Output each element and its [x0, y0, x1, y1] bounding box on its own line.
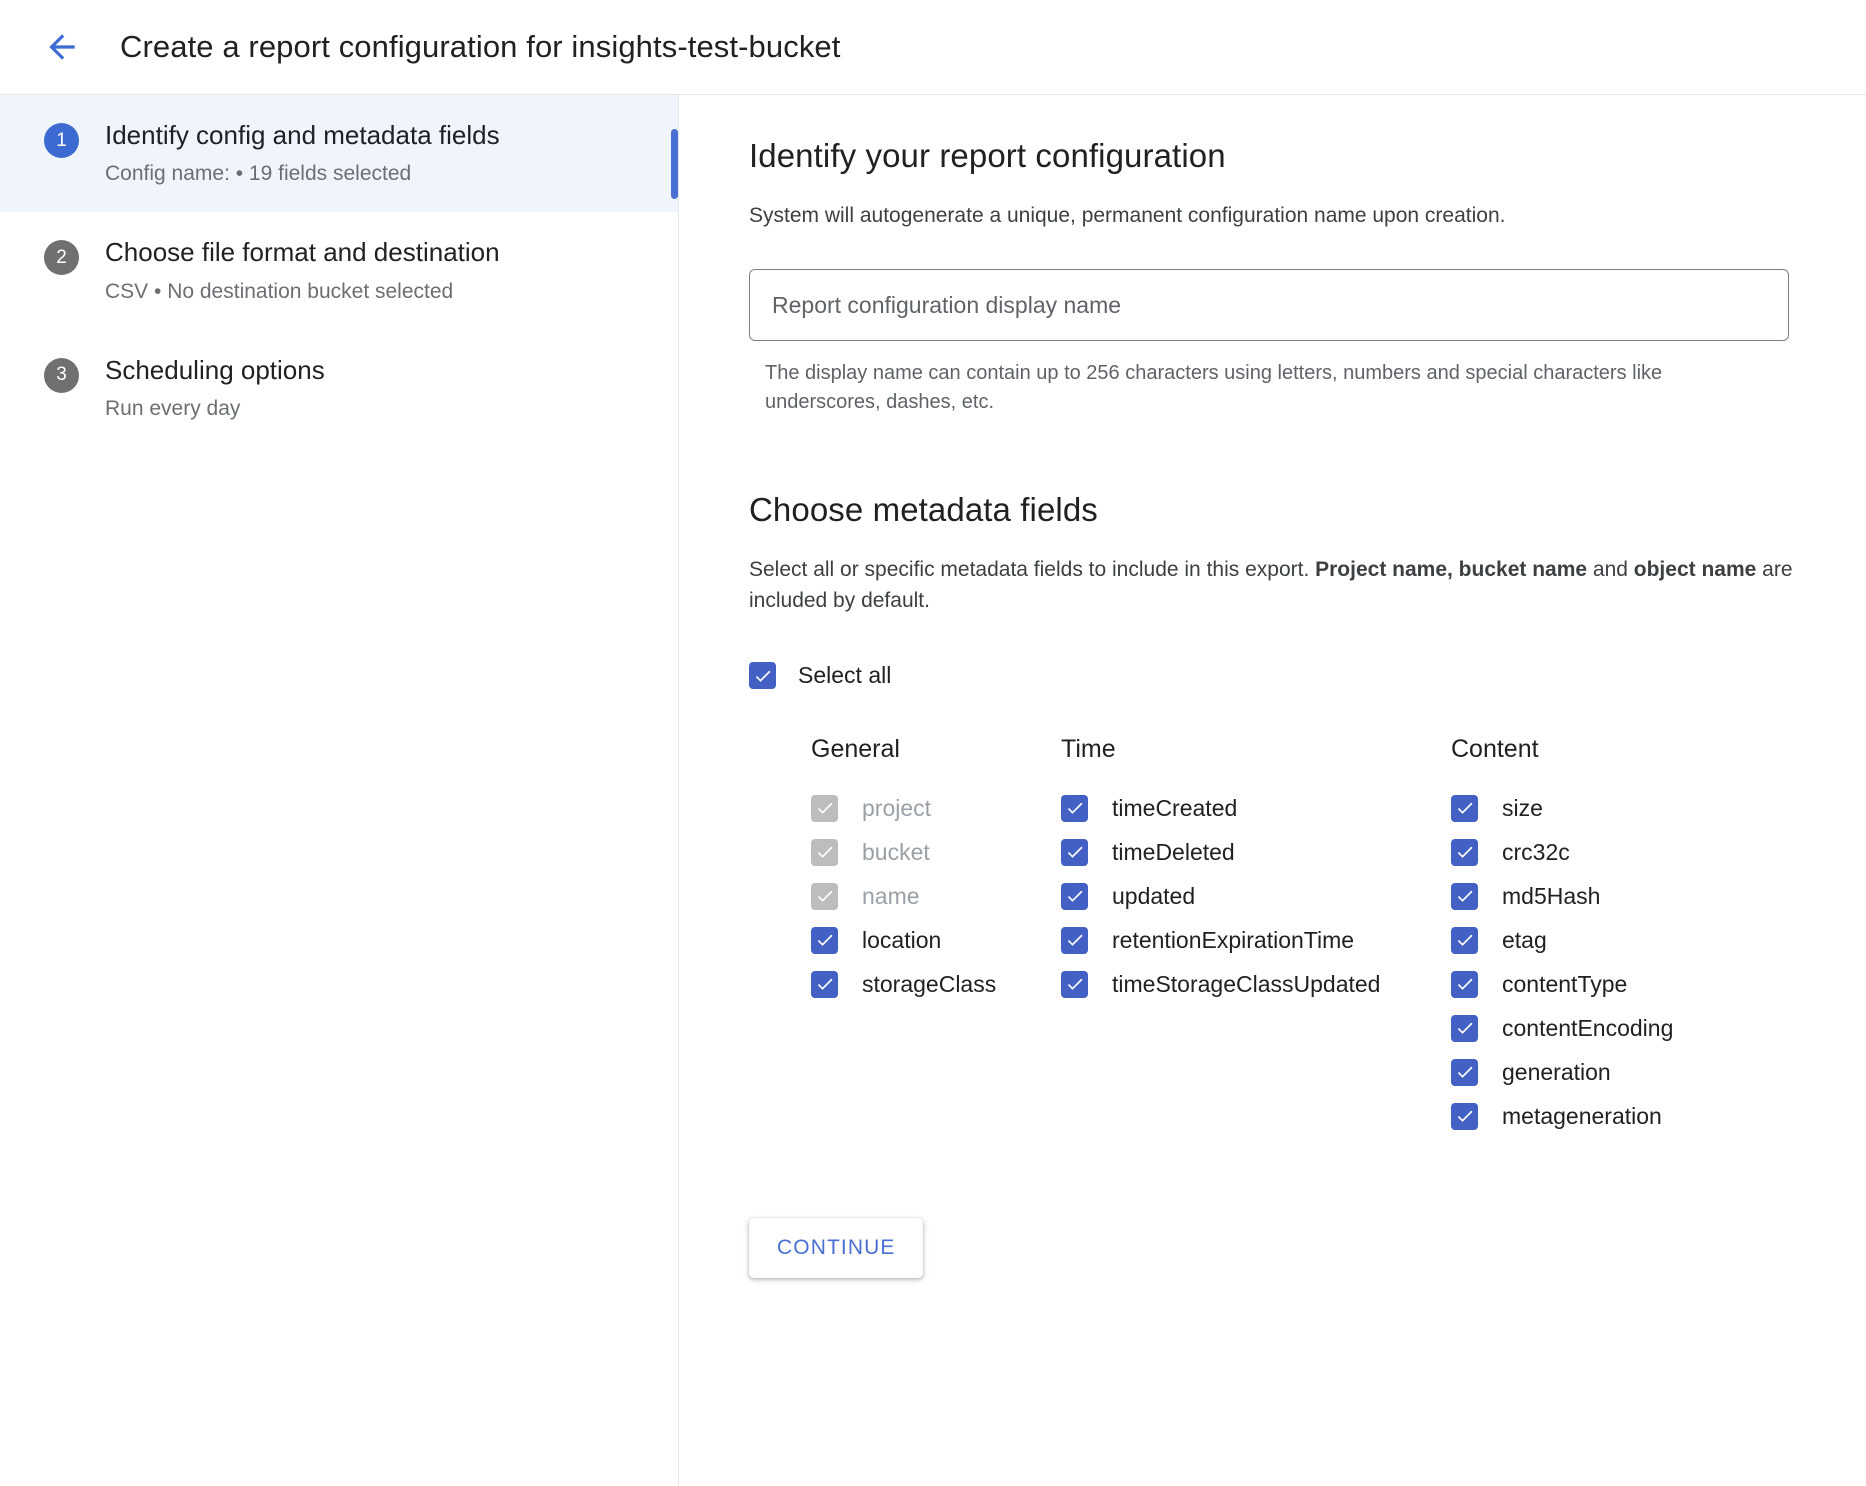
report-config-display-name-input[interactable]: [749, 269, 1789, 342]
arrow-left-icon: [43, 28, 81, 66]
metadata-field-bucket: bucket: [811, 830, 930, 874]
display-name-hint: The display name can contain up to 256 c…: [765, 362, 1663, 414]
sidebar-item-step-2[interactable]: 2 Choose file format and destination CSV…: [0, 212, 678, 329]
sidebar-item-step-3[interactable]: 3 Scheduling options Run every day: [0, 330, 678, 447]
metadata-column-content: Content size crc32c md5Hash etag contentType…: [1451, 735, 1781, 1138]
metadata-field-label: contentType: [1502, 970, 1628, 997]
metadata-field-etag[interactable]: etag: [1451, 918, 1547, 962]
metadata-field-timeCreated[interactable]: timeCreated: [1061, 786, 1237, 830]
metadata-field-retentionExpirationTime[interactable]: retentionExpirationTime: [1061, 918, 1354, 962]
step-3-number: 3: [44, 357, 79, 393]
metadata-desc-part1: Select all or specific metadata fields t…: [749, 558, 1316, 582]
metadata-field-storageClass[interactable]: storageClass: [811, 962, 996, 1006]
metadata-column-time: Time timeCreated timeDeleted updated retent…: [1061, 735, 1451, 1138]
checkbox-checked-disabled-icon: [811, 794, 838, 822]
metadata-field-label: timeDeleted: [1112, 838, 1235, 865]
checkbox-checked-icon: [1451, 794, 1478, 822]
metadata-field-crc32c[interactable]: crc32c: [1451, 830, 1570, 874]
metadata-field-label: location: [862, 926, 942, 953]
checkbox-checked-icon: [811, 970, 838, 998]
metadata-field-metageneration[interactable]: metageneration: [1451, 1094, 1662, 1138]
step-3-subtitle: Run every day: [105, 397, 241, 421]
step-3-title: Scheduling options: [105, 354, 325, 385]
step-2-number: 2: [44, 240, 79, 276]
metadata-field-contentType[interactable]: contentType: [1451, 962, 1627, 1006]
checkbox-checked-icon: [1451, 1058, 1478, 1086]
checkbox-checked-icon: [811, 926, 838, 954]
select-all-label: Select all: [798, 662, 892, 689]
active-step-indicator: [671, 129, 678, 199]
metadata-field-label: contentEncoding: [1502, 1014, 1674, 1041]
checkbox-checked-disabled-icon: [811, 838, 838, 866]
metadata-field-label: storageClass: [862, 970, 997, 997]
checkbox-checked-icon: [1061, 970, 1088, 998]
metadata-field-updated[interactable]: updated: [1061, 874, 1195, 918]
continue-button-wrap: CONTINUE: [749, 1218, 1806, 1279]
metadata-field-label: updated: [1112, 882, 1196, 909]
checkbox-checked-icon: [1451, 1102, 1478, 1130]
sidebar-item-step-1[interactable]: 1 Identify config and metadata fields Co…: [0, 95, 678, 213]
metadata-field-size[interactable]: size: [1451, 786, 1543, 830]
metadata-field-label: metageneration: [1502, 1102, 1662, 1129]
metadata-field-label: bucket: [862, 838, 930, 865]
checkbox-checked-icon: [1451, 970, 1478, 998]
step-1-title: Identify config and metadata fields: [105, 120, 500, 150]
checkbox-checked-icon: [1061, 794, 1088, 822]
page-title: Create a report configuration for insigh…: [120, 29, 841, 64]
identify-heading: Identify your report configuration: [749, 137, 1226, 174]
content-field-list: size crc32c md5Hash etag contentType contentE…: [1451, 786, 1781, 1138]
metadata-field-label: name: [862, 882, 920, 909]
checkbox-checked-icon: [1061, 926, 1088, 954]
step-2-title: Choose file format and destination: [105, 237, 500, 268]
step-2-subtitle: CSV • No destination bucket selected: [105, 279, 454, 303]
checkbox-checked-icon: [1061, 882, 1088, 910]
metadata-desc-part2: and: [1587, 558, 1634, 582]
metadata-field-label: md5Hash: [1502, 882, 1601, 909]
general-field-list: project bucket name location storageClass: [811, 786, 1061, 1006]
select-all-checkbox[interactable]: Select all: [749, 662, 892, 690]
metadata-description: Select all or specific metadata fields t…: [749, 555, 1806, 616]
stepper-sidebar: 1 Identify config and metadata fields Co…: [0, 95, 679, 1485]
app-header: Create a report configuration for insigh…: [0, 0, 1866, 95]
metadata-field-generation[interactable]: generation: [1451, 1050, 1611, 1094]
checkbox-checked-icon: [1451, 882, 1478, 910]
metadata-field-label: size: [1502, 794, 1543, 821]
checkbox-checked-icon: [1061, 838, 1088, 866]
identify-description: System will autogenerate a unique, perma…: [749, 204, 1506, 227]
column-header-content: Content: [1451, 735, 1539, 764]
column-header-time: Time: [1061, 735, 1116, 764]
metadata-field-label: crc32c: [1502, 838, 1570, 865]
back-button[interactable]: [34, 19, 90, 75]
time-field-list: timeCreated timeDeleted updated retentionEx…: [1061, 786, 1451, 1006]
checkbox-checked-icon: [1451, 1014, 1478, 1042]
checkbox-checked-icon: [749, 662, 776, 690]
metadata-column-general: General project bucket name location storage…: [811, 735, 1061, 1138]
page-body: 1 Identify config and metadata fields Co…: [0, 95, 1866, 1485]
metadata-field-name: name: [811, 874, 920, 918]
metadata-field-label: timeCreated: [1112, 794, 1238, 821]
metadata-field-label: generation: [1502, 1058, 1611, 1085]
metadata-heading: Choose metadata fields: [749, 491, 1098, 529]
metadata-field-label: project: [862, 794, 932, 821]
checkbox-checked-icon: [1451, 838, 1478, 866]
metadata-field-contentEncoding[interactable]: contentEncoding: [1451, 1006, 1673, 1050]
metadata-field-timeDeleted[interactable]: timeDeleted: [1061, 830, 1235, 874]
metadata-desc-bold2: object name: [1633, 558, 1757, 582]
continue-button[interactable]: CONTINUE: [749, 1218, 924, 1279]
metadata-desc-bold1: Project name, bucket name: [1315, 558, 1588, 582]
main-panel: Identify your report configuration Syste…: [679, 95, 1866, 1485]
column-header-general: General: [811, 735, 900, 764]
step-1-number: 1: [44, 123, 79, 158]
metadata-field-project: project: [811, 786, 931, 830]
checkbox-checked-disabled-icon: [811, 882, 838, 910]
metadata-field-md5Hash[interactable]: md5Hash: [1451, 874, 1600, 918]
checkbox-checked-icon: [1451, 926, 1478, 954]
metadata-field-label: etag: [1502, 926, 1547, 953]
metadata-field-timeStorageClassUpdated[interactable]: timeStorageClassUpdated: [1061, 962, 1380, 1006]
metadata-field-label: timeStorageClassUpdated: [1112, 970, 1381, 997]
step-1-subtitle: Config name: • 19 fields selected: [105, 162, 412, 186]
metadata-field-label: retentionExpirationTime: [1112, 926, 1355, 953]
metadata-field-location[interactable]: location: [811, 918, 941, 962]
metadata-field-columns: General project bucket name location storage…: [749, 735, 1806, 1138]
